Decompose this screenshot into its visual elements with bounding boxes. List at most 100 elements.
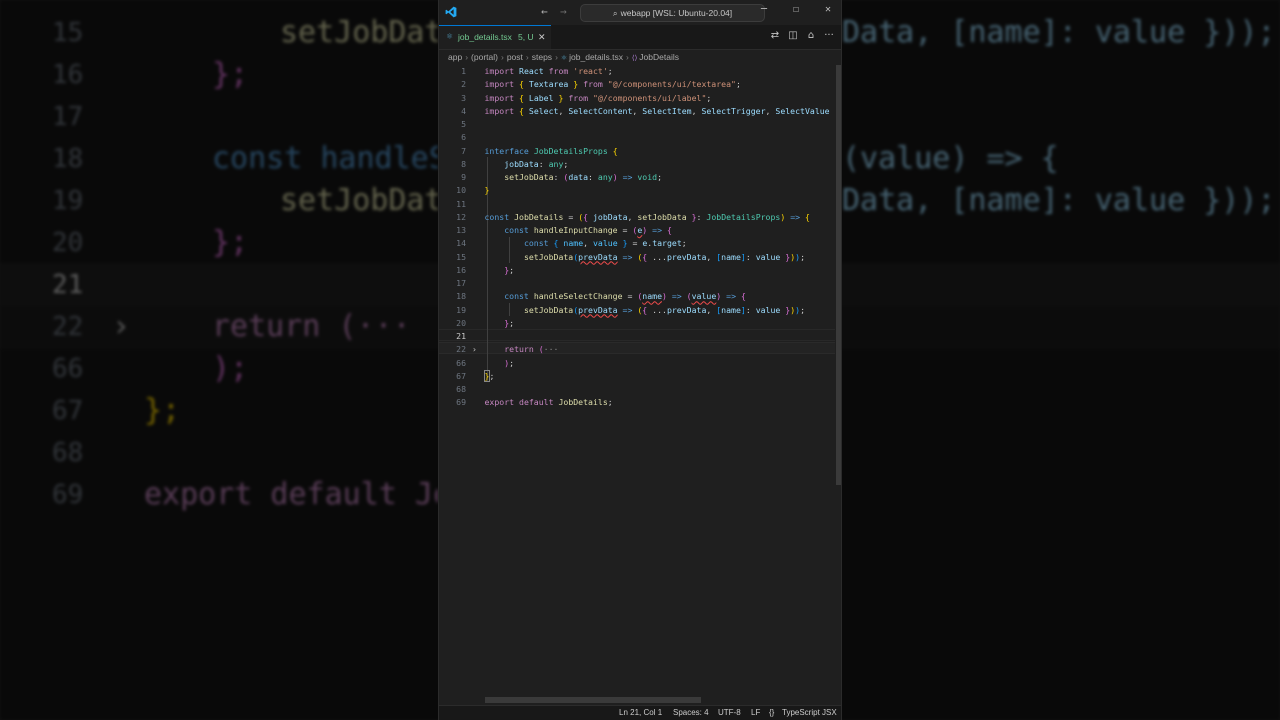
line-number-current: 21 <box>456 331 466 341</box>
command-center-text: webapp [WSL: Ubuntu-20.04] <box>620 8 733 18</box>
encoding[interactable]: UTF-8 <box>718 706 741 720</box>
code-line: setJobData(prevData => ({ ...prevData, [… <box>523 304 806 315</box>
bg-code: }; <box>144 393 181 428</box>
current-line-highlight <box>439 329 835 341</box>
bg-line-number: 22 <box>52 312 84 342</box>
bg-code: Data, [name]: value })); <box>842 183 1276 218</box>
line-number: 19 <box>456 304 466 315</box>
tab-status: 5, U <box>518 32 534 42</box>
line-number: 20 <box>456 317 466 328</box>
bg-code: export default Job <box>144 477 438 512</box>
bg-code: (value) => { <box>842 141 1059 176</box>
react-file-icon: ⚛ <box>446 32 454 41</box>
tab-job-details[interactable]: ⚛ job_details.tsx 5, U ✕ <box>439 25 551 49</box>
fold-chevron-icon[interactable]: › <box>472 343 477 356</box>
line-number: 67 <box>456 370 466 381</box>
compare-changes-icon[interactable]: ⇄ <box>769 30 781 42</box>
line-number: 10 <box>456 185 466 196</box>
breadcrumb-item[interactable]: app <box>448 52 462 62</box>
code-line: }; <box>483 369 495 382</box>
lock-icon[interactable]: ⌂ <box>805 30 817 42</box>
bg-fold-chevron: › <box>112 309 131 344</box>
bg-left-pane: 15 setJobData 16 }; 17 18 const handleSe… <box>0 0 438 720</box>
language-mode[interactable]: TypeScript JSX <box>782 706 837 720</box>
cursor-position[interactable]: Ln 21, Col 1 <box>619 706 662 720</box>
bg-line-number: 16 <box>52 60 84 90</box>
code-line: setJobData: (data: any) => void; <box>504 172 663 182</box>
vertical-scrollbar[interactable] <box>835 65 841 697</box>
bg-code: }; <box>212 225 249 260</box>
code-line: return (··· <box>504 344 559 355</box>
bg-line-number: 68 <box>52 438 84 468</box>
code-line: const handleSelectChange = (name) => (va… <box>504 291 746 302</box>
split-editor-icon[interactable]: ◫ <box>787 30 799 42</box>
status-bar: Ln 21, Col 1 Spaces: 4 UTF-8 LF {} TypeS… <box>439 705 841 720</box>
line-number: 6 <box>461 132 466 143</box>
bg-line-number: 18 <box>52 144 84 174</box>
line-ending[interactable]: LF <box>751 706 760 720</box>
code-line: interface JobDetailsProps { <box>484 145 618 156</box>
breadcrumb-item[interactable]: JobDetails <box>639 52 679 62</box>
indentation[interactable]: Spaces: 4 <box>673 706 709 720</box>
line-number: 69 <box>456 397 466 408</box>
bg-code: setJobData <box>280 15 438 50</box>
line-number: 9 <box>461 172 466 182</box>
vertical-scroll-thumb[interactable] <box>836 65 841 485</box>
line-number: 13 <box>456 225 466 235</box>
bg-code: setJobData <box>280 183 438 218</box>
line-number: 12 <box>456 211 466 222</box>
line-number: 14 <box>456 238 466 249</box>
bg-line-number: 66 <box>52 354 84 384</box>
arrow-right-icon[interactable]: → <box>560 5 567 18</box>
bg-code: }; <box>212 57 249 92</box>
code-line: }; <box>504 264 515 275</box>
maximize-icon[interactable]: ☐ <box>789 4 803 15</box>
tab-close-icon[interactable]: ✕ <box>538 26 546 48</box>
vscode-logo-icon <box>445 6 457 18</box>
line-number: 17 <box>456 278 466 288</box>
line-number: 1 <box>461 66 466 76</box>
code-line: jobData: any; <box>504 158 569 169</box>
breadcrumb-item[interactable]: post <box>507 52 523 62</box>
code-editor[interactable]: 1 2 3 4 5 6 7 8 9 10 11 12 13 14 15 16 1… <box>439 65 835 697</box>
line-number: 8 <box>461 158 466 169</box>
code-line: } <box>484 185 490 196</box>
code-line: import { Select, SelectContent, SelectIt… <box>484 105 836 116</box>
code-line: const JobDetails = ({ jobData, setJobDat… <box>484 211 810 222</box>
bg-line-number: 20 <box>52 228 84 258</box>
bg-line-number: 21 <box>52 270 84 300</box>
bg-line-number: 17 <box>52 102 84 132</box>
code-line: import { Textarea } from "@/components/u… <box>484 79 741 90</box>
title-bar: ← → ⌕ webapp [WSL: Ubuntu-20.04] ─ ☐ ✕ <box>439 0 841 25</box>
code-line: import React from 'react'; <box>484 66 613 76</box>
code-line: export default JobDetails; <box>484 397 613 408</box>
line-number: 5 <box>461 119 466 129</box>
line-number: 66 <box>456 357 466 368</box>
breadcrumb-item[interactable]: (portal) <box>471 52 498 62</box>
line-number: 15 <box>456 251 466 262</box>
bg-line-number: 19 <box>52 186 84 216</box>
more-actions-icon[interactable]: ··· <box>823 30 835 42</box>
breadcrumb-item[interactable]: steps <box>532 52 552 62</box>
arrow-left-icon[interactable]: ← <box>541 5 548 18</box>
code-line: ); <box>504 357 515 368</box>
minimize-icon[interactable]: ─ <box>757 4 771 15</box>
line-number: 22 <box>456 344 466 355</box>
horizontal-scroll-thumb[interactable] <box>485 697 701 703</box>
line-number: 18 <box>456 291 466 302</box>
command-center-search[interactable]: ⌕ webapp [WSL: Ubuntu-20.04] <box>580 4 765 22</box>
vscode-window: ← → ⌕ webapp [WSL: Ubuntu-20.04] ─ ☐ ✕ ⚛ … <box>438 0 842 720</box>
close-window-icon[interactable]: ✕ <box>821 4 835 15</box>
code-line: }; <box>504 317 515 328</box>
line-number: 16 <box>456 264 466 275</box>
breadcrumb-item[interactable]: job_details.tsx <box>569 52 623 62</box>
braces-icon[interactable]: {} <box>769 706 774 720</box>
line-number: 11 <box>456 198 466 209</box>
bg-line-number: 67 <box>52 396 84 426</box>
bg-line-number: 69 <box>52 480 84 510</box>
tab-filename: job_details.tsx <box>458 32 512 42</box>
line-number: 68 <box>456 384 466 394</box>
line-number: 3 <box>461 92 466 103</box>
bg-code: const handleSe <box>212 141 438 176</box>
bg-code: ); <box>212 351 249 386</box>
